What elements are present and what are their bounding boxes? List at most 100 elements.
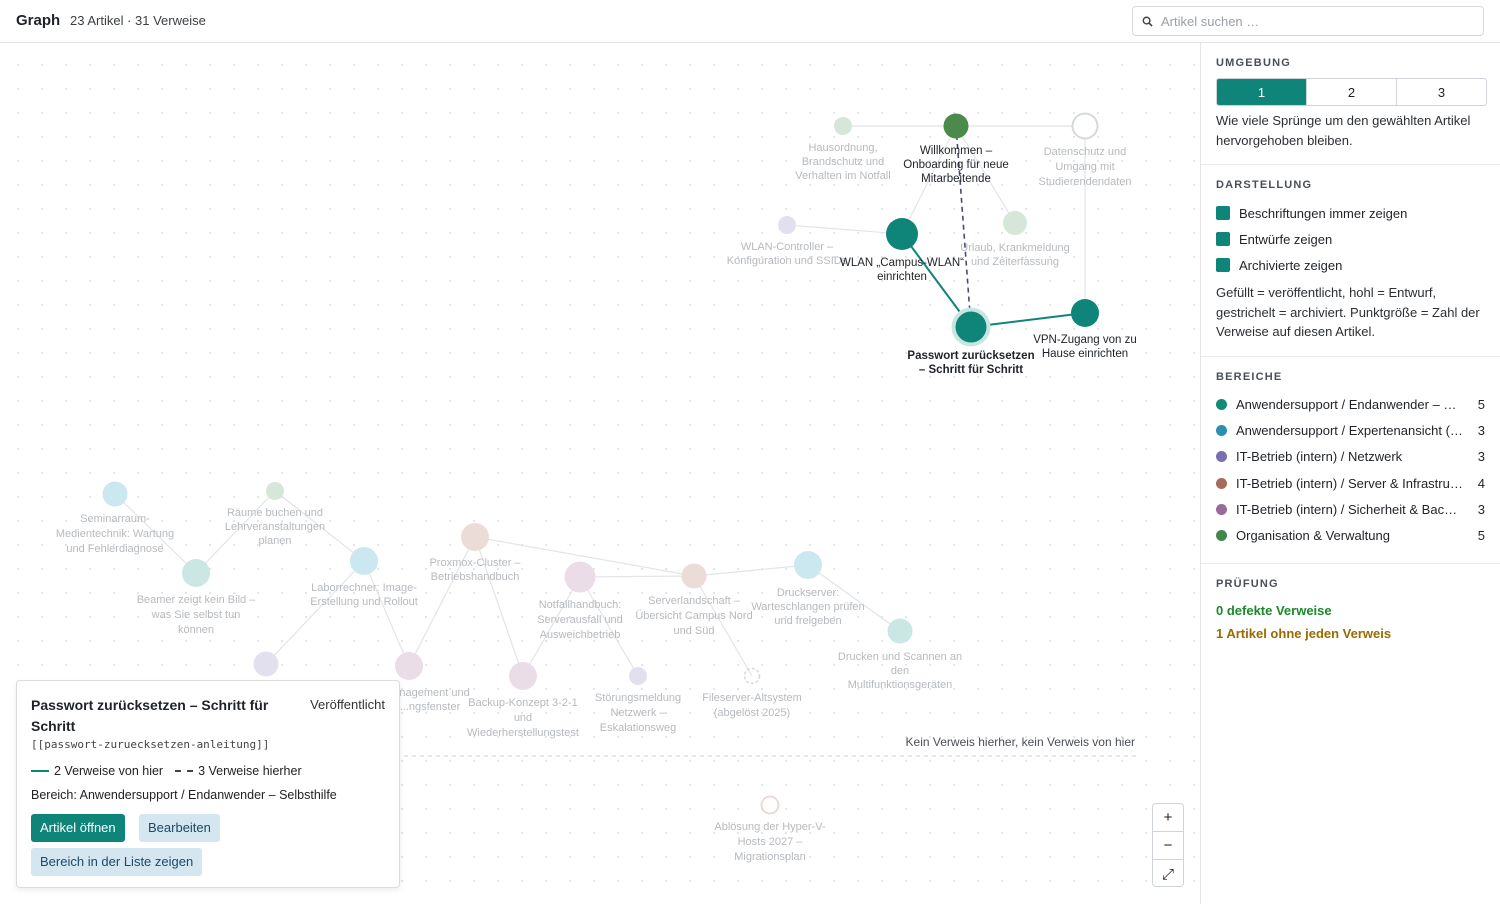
node-backup[interactable] [509, 662, 537, 690]
check-label: Archivierte zeigen [1239, 257, 1343, 273]
area-item[interactable]: IT-Betrieb (intern) / Netzwerk 3 [1216, 444, 1485, 470]
search-input[interactable] [1161, 11, 1477, 31]
node-notfall[interactable] [564, 561, 596, 593]
area-count: 4 [1477, 475, 1485, 491]
area-name: IT-Betrieb (intern) / Server & Infrastru… [1236, 475, 1472, 491]
label-fileserver: Fileserver-Altsystem (abgelöst 2025) [702, 692, 802, 719]
node-passwort[interactable] [955, 311, 987, 343]
umgebung-heading: UMGEBUNG [1216, 57, 1291, 69]
pruefung-heading: PRÜFUNG [1216, 577, 1279, 590]
node-willkommen[interactable] [943, 113, 969, 139]
edit-button[interactable]: Bearbeiten [139, 814, 220, 842]
zoom-out-button[interactable]: − [1153, 832, 1183, 860]
zoom-in-button[interactable]: + [1153, 804, 1183, 832]
links-to-text: 3 Verweise hierher [198, 764, 302, 778]
node-seminar[interactable] [102, 481, 128, 507]
checkbox-checked-icon[interactable] [1216, 258, 1230, 272]
node-proxmox[interactable] [461, 523, 489, 551]
broken-links-status[interactable]: 0 defekte Verweise [1216, 599, 1485, 622]
check-show-drafts[interactable]: Entwürfe zeigen [1216, 226, 1485, 252]
graph-edges-faded [114, 125, 1086, 677]
label-urlaub: Urlaub, Krankmeldung und Zeiterfassung [960, 242, 1069, 268]
card-bereich: Bereich: Anwendersupport / Endanwender –… [31, 788, 337, 802]
node-management[interactable] [395, 652, 423, 680]
node-netz-left[interactable] [253, 651, 279, 677]
label-wlan-controller: WLAN-Controller – Konfiguration und SSIDs [727, 241, 848, 267]
area-count: 3 [1477, 449, 1485, 465]
area-color-dot [1216, 399, 1227, 411]
node-hyperv[interactable] [760, 795, 780, 815]
area-color-dot [1216, 425, 1227, 437]
article-detail-card: Passwort zurücksetzen – Schritt für Schr… [16, 680, 400, 888]
label-drucken: Drucken und Scannen an den Multifunktionsg… [838, 651, 962, 691]
links-from-text: 2 Verweise von hier [54, 764, 164, 778]
card-status: Veröffentlicht [310, 697, 385, 712]
fit-view-icon[interactable]: ⤢ [1153, 860, 1183, 888]
checkbox-checked-icon[interactable] [1216, 206, 1230, 220]
area-name: Anwendersupport / Expertenansicht (Servi… [1236, 423, 1473, 439]
node-drucken[interactable] [887, 618, 913, 644]
node-datenschutz[interactable] [1071, 112, 1099, 140]
check-labels-always[interactable]: Beschriftungen immer zeigen [1216, 200, 1485, 226]
area-name: IT-Betrieb (intern) / Sicherheit & Backu… [1236, 501, 1466, 517]
label-raeume: Räume buchen und Lehrveranstaltungen plane… [225, 507, 325, 547]
neighborhood-option-3[interactable]: 3 [1397, 79, 1486, 105]
checkbox-checked-icon[interactable] [1216, 232, 1230, 246]
node-raeume[interactable] [266, 482, 284, 500]
top-bar: Graph 23 Artikel · 31 Verweise [0, 0, 1500, 43]
check-label: Entwürfe zeigen [1239, 231, 1333, 247]
label-vpn: VPN-Zugang von zu Hause einrichten [1033, 334, 1137, 360]
dashed-line-icon [175, 770, 194, 772]
open-article-button[interactable]: Artikel öffnen [31, 814, 125, 842]
neighborhood-option-2[interactable]: 2 [1307, 79, 1397, 105]
area-color-dot [1216, 503, 1227, 515]
search-icon [1142, 16, 1153, 27]
area-item[interactable]: Organisation & Verwaltung 5 [1216, 522, 1485, 548]
label-seminar: Seminarraum-Medientechnik: Wartung und Fe… [56, 513, 174, 555]
darstellung-heading: DARSTELLUNG [1216, 179, 1313, 191]
section-pruefung: PRÜFUNG 0 defekte Verweise 1 Artikel ohn… [1201, 564, 1500, 659]
area-count: 3 [1477, 501, 1485, 517]
search-box[interactable] [1132, 6, 1484, 36]
node-labor[interactable] [350, 547, 378, 575]
area-color-dot [1216, 477, 1227, 489]
card-slug: [[passwort-zuruecksetzen-anleitung]] [31, 738, 270, 751]
area-count: 5 [1477, 528, 1485, 544]
area-name: Organisation & Verwaltung [1236, 528, 1390, 544]
label-beamer: Beamer zeigt kein Bild – was Sie selbst t… [137, 594, 256, 636]
area-color-dot [1216, 530, 1227, 542]
area-item[interactable]: IT-Betrieb (intern) / Server & Infrastru… [1216, 470, 1485, 496]
zoom-controls: + − ⤢ [1152, 803, 1184, 887]
area-item[interactable]: Anwendersupport / Expertenansicht (Servi… [1216, 418, 1485, 444]
label-willkommen: Willkommen – Onboarding für neue Mitarbeit… [903, 145, 1009, 185]
label-hyperv: Ablösung der Hyper-V-Hosts 2027 – Migrati… [714, 821, 826, 863]
label-proxmox: Proxmox-Cluster – Betriebshandbuch [429, 557, 521, 583]
label-passwort: Passwort zurücksetzen – Schritt für Schri… [907, 350, 1034, 376]
node-hausordnung[interactable] [834, 117, 852, 135]
check-show-archived[interactable]: Archivierte zeigen [1216, 252, 1485, 278]
area-item[interactable]: Anwendersupport / Endanwender – Selbsthi… [1216, 392, 1485, 418]
label-serverlandschaft: Serverlandschaft – Übersicht Campus Nord u… [635, 595, 752, 637]
node-urlaub[interactable] [1003, 211, 1027, 235]
node-vpn[interactable] [1071, 299, 1099, 327]
orphan-articles-status[interactable]: 1 Artikel ohne jeden Verweis [1216, 622, 1485, 645]
neighborhood-selector[interactable]: 1 2 3 [1216, 78, 1487, 106]
node-stoerung[interactable] [629, 667, 647, 685]
section-umgebung: UMGEBUNG 1 2 3 Wie viele Sprünge um den … [1201, 43, 1500, 165]
page-title: Graph [16, 12, 61, 29]
label-backup: Backup-Konzept 3-2-1 und Wiederherstellung… [467, 697, 579, 739]
graph-counts: 23 Artikel · 31 Verweise [70, 13, 206, 28]
section-bereiche: BEREICHE Anwendersupport / Endanwender –… [1201, 357, 1500, 564]
area-list: Anwendersupport / Endanwender – Selbsthi… [1216, 392, 1485, 549]
node-drucker[interactable] [794, 551, 822, 579]
node-beamer[interactable] [182, 559, 210, 587]
node-wlan[interactable] [886, 218, 918, 250]
label-notfall: Notfallhandbuch: Serverausfall und Ausweic… [537, 599, 623, 641]
node-wlan-controller[interactable] [778, 216, 796, 234]
area-name: IT-Betrieb (intern) / Netzwerk [1236, 449, 1403, 465]
neighborhood-option-1[interactable]: 1 [1217, 79, 1307, 105]
show-area-in-list-button[interactable]: Bereich in der Liste zeigen [31, 848, 203, 876]
area-item[interactable]: IT-Betrieb (intern) / Sicherheit & Backu… [1216, 496, 1485, 522]
label-datenschutz: Datenschutz und Umgang mit Studierendendat… [1039, 146, 1132, 188]
node-serverlandschaft[interactable] [681, 563, 707, 589]
